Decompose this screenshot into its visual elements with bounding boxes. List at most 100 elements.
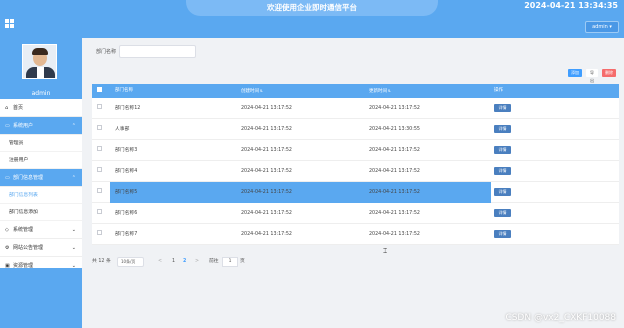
cell-name: 人事部 — [115, 127, 130, 132]
cell-updated: 2024-04-21 13:17:52 — [369, 211, 420, 216]
detail-button[interactable]: 详情 — [494, 229, 511, 238]
monitor-icon: ▭ — [5, 175, 10, 181]
goto-label: 前往 — [209, 259, 219, 264]
row-checkbox[interactable] — [97, 104, 102, 109]
gear-icon: ⚙ — [5, 245, 10, 251]
sidebar-footer — [0, 268, 82, 328]
add-button[interactable]: 添加 — [568, 69, 582, 77]
sidebar-item-label: 系统用户 — [13, 123, 34, 129]
toolbar: 添加 导出 删除 — [568, 69, 616, 83]
cell-name: 部门名称7 — [115, 232, 138, 237]
sidebar-subitem-department-list[interactable]: 部门信息列表 — [0, 187, 82, 204]
detail-button[interactable]: 详情 — [494, 145, 511, 154]
sidebar-subitem-registered-users[interactable]: 注册用户 — [0, 152, 82, 169]
top-bar: 欢迎使用企业即时通信平台 2024-04-21 13:34:35 admin ▾ — [0, 0, 624, 38]
cell-updated: 2024-04-21 13:17:52 — [369, 190, 420, 195]
cell-created: 2024-04-21 13:17:52 — [241, 211, 292, 216]
search-label: 部门名称 — [96, 49, 117, 55]
mouse-cursor-icon: ⌶ — [383, 247, 388, 255]
sidebar-item-home[interactable]: ⌂ 首页 — [0, 99, 82, 117]
cell-name: 部门名称4 — [115, 169, 138, 174]
grid-icon[interactable] — [5, 19, 14, 28]
table-row: 部门名称4 2024-04-21 13:17:52 2024-04-21 13:… — [92, 161, 619, 182]
table-header: 部门名称 创建时间⇅ 更新时间⇅ 操作 — [92, 84, 619, 98]
sidebar-item-announcements[interactable]: ⚙ 网站公告管理 ⌄ — [0, 239, 82, 257]
sidebar-item-department-management[interactable]: ▭ 部门信息管理 ⌃ — [0, 169, 82, 187]
table-row: 部门名称7 2024-04-21 13:17:52 2024-04-21 13:… — [92, 224, 619, 245]
sidebar-subitem-department-add[interactable]: 部门信息添加 — [0, 204, 82, 221]
cell-updated: 2024-04-21 13:17:52 — [369, 106, 420, 111]
table-row: 部门名称6 2024-04-21 13:17:52 2024-04-21 13:… — [92, 203, 619, 224]
chevron-down-icon: ⌄ — [71, 245, 76, 251]
page-button-2[interactable]: 2 — [183, 256, 186, 268]
sidebar: admin ⌂ 首页 ▭ 系统用户 ⌃ 管理员 注册用户 ▭ 部门信息管理 ⌃ 部门信… — [0, 38, 82, 328]
column-header-actions: 操作 — [494, 88, 503, 93]
pagination-total: 共 12 条 — [92, 259, 111, 264]
export-button[interactable]: 导出 — [586, 69, 598, 83]
sidebar-item-label: 部门信息管理 — [13, 175, 44, 181]
delete-button[interactable]: 删除 — [602, 69, 616, 77]
sidebar-item-system-users[interactable]: ▭ 系统用户 ⌃ — [0, 117, 82, 135]
sidebar-item-system-management[interactable]: ◇ 系统管理 ⌄ — [0, 221, 82, 239]
detail-button[interactable]: 详情 — [494, 187, 511, 196]
sort-icon: ⇅ — [260, 89, 263, 93]
cell-name: 部门名称5 — [115, 190, 138, 195]
column-header-updated[interactable]: 更新时间⇅ — [369, 84, 391, 99]
watermark: CSDN @vx2_CXKF10088 — [505, 313, 616, 323]
cell-name: 部门名称12 — [115, 106, 141, 111]
main-content: 部门名称 添加 导出 删除 部门名称 创建时间⇅ 更新时间⇅ 操作 部门名称12… — [88, 38, 624, 328]
prev-page-button[interactable]: < — [158, 256, 162, 268]
goto-page-input[interactable]: 1 — [222, 257, 238, 267]
cell-updated: 2024-04-21 13:30:55 — [369, 127, 420, 132]
row-checkbox[interactable] — [97, 188, 102, 193]
detail-button[interactable]: 详情 — [494, 124, 511, 133]
select-all-checkbox[interactable] — [97, 87, 102, 92]
chevron-down-icon: ⌄ — [71, 227, 76, 233]
cell-updated: 2024-04-21 13:17:52 — [369, 169, 420, 174]
search-input[interactable] — [119, 45, 196, 58]
cell-created: 2024-04-21 13:17:52 — [241, 232, 292, 237]
datetime: 2024-04-21 13:34:35 — [524, 1, 618, 10]
cell-updated: 2024-04-21 13:17:52 — [369, 232, 420, 237]
department-table: 部门名称 创建时间⇅ 更新时间⇅ 操作 部门名称12 2024-04-21 13… — [92, 84, 619, 245]
column-header-name: 部门名称 — [115, 88, 133, 93]
table-row: 部门名称12 2024-04-21 13:17:52 2024-04-21 13… — [92, 98, 619, 119]
cell-name: 部门名称6 — [115, 211, 138, 216]
profile-panel: admin — [0, 38, 82, 99]
sidebar-item-label: 首页 — [13, 105, 24, 111]
username: admin — [31, 90, 51, 97]
monitor-icon: ▭ — [5, 123, 10, 129]
cell-updated: 2024-04-21 13:17:52 — [369, 148, 420, 153]
cell-created: 2024-04-21 13:17:52 — [241, 148, 292, 153]
cell-created: 2024-04-21 13:17:52 — [241, 190, 292, 195]
row-checkbox[interactable] — [97, 167, 102, 172]
next-page-button[interactable]: > — [195, 256, 199, 268]
app-title: 欢迎使用企业即时通信平台 — [186, 0, 438, 16]
row-checkbox[interactable] — [97, 125, 102, 130]
table-row-hovered: 部门名称5 2024-04-21 13:17:52 2024-04-21 13:… — [92, 182, 619, 203]
page-size-select[interactable]: 10条/页 — [117, 257, 144, 267]
chevron-up-icon: ⌃ — [71, 175, 76, 181]
sidebar-subitem-admins[interactable]: 管理员 — [0, 135, 82, 152]
detail-button[interactable]: 详情 — [494, 103, 511, 112]
sort-icon: ⇅ — [388, 89, 391, 93]
user-menu-button[interactable]: admin ▾ — [585, 21, 619, 33]
avatar — [22, 44, 57, 79]
search-bar: 部门名称 — [88, 45, 624, 61]
chevron-up-icon: ⌃ — [71, 123, 76, 129]
column-header-created[interactable]: 创建时间⇅ — [241, 84, 263, 99]
sidebar-item-label: 系统管理 — [13, 227, 34, 233]
cell-created: 2024-04-21 13:17:52 — [241, 169, 292, 174]
detail-button[interactable]: 详情 — [494, 166, 511, 175]
row-checkbox[interactable] — [97, 209, 102, 214]
table-row: 部门名称3 2024-04-21 13:17:52 2024-04-21 13:… — [92, 140, 619, 161]
detail-button[interactable]: 详情 — [494, 208, 511, 217]
row-checkbox[interactable] — [97, 146, 102, 151]
sidebar-item-label: 网站公告管理 — [13, 245, 44, 251]
table-row: 人事部 2024-04-21 13:17:52 2024-04-21 13:30… — [92, 119, 619, 140]
cell-created: 2024-04-21 13:17:52 — [241, 106, 292, 111]
page-suffix: 页 — [240, 259, 245, 264]
page-button-1[interactable]: 1 — [172, 256, 175, 268]
home-icon: ⌂ — [5, 105, 9, 111]
row-checkbox[interactable] — [97, 230, 102, 235]
